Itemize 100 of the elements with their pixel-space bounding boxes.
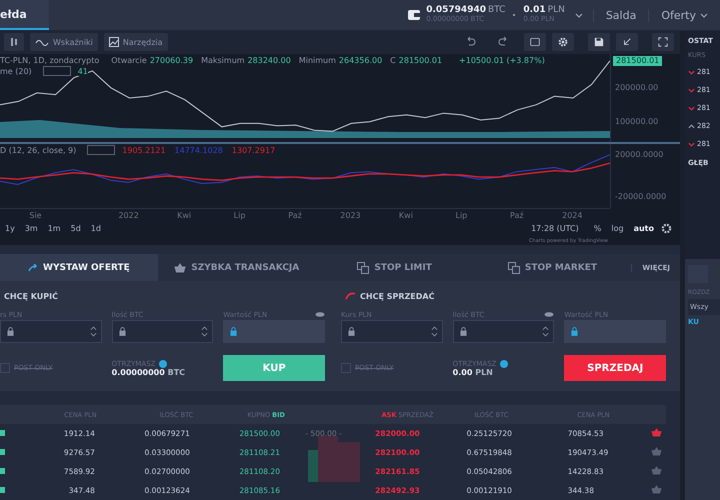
ohlc-label: Minimum	[298, 56, 336, 65]
offers-menu[interactable]: Oferty	[648, 8, 720, 22]
lock-icon	[460, 327, 467, 336]
axis-tick-label: 200000.00	[615, 82, 658, 93]
currency-label: BTC	[488, 6, 506, 16]
axis-tick-label: 2024	[562, 210, 582, 220]
axis-tick-label: 2023	[340, 210, 361, 220]
currency-label: BTC	[168, 368, 186, 376]
macd-value: 14774.1028	[174, 146, 223, 155]
axis-tick-label: 20000.0000	[615, 150, 664, 160]
stepper-icon[interactable]	[90, 325, 97, 338]
stepper-icon[interactable]	[201, 325, 208, 338]
ohlc-label: Maksimum	[201, 56, 245, 65]
info-icon[interactable]	[159, 360, 168, 368]
caret-icon	[700, 12, 708, 18]
basket-icon[interactable]	[651, 447, 662, 456]
form-title: CHCĘ KUPIĆ	[4, 292, 58, 300]
balances-menu[interactable]: Salda	[592, 8, 648, 22]
scale-button[interactable]: auto	[630, 224, 657, 234]
range-button[interactable]: 1d	[88, 224, 104, 234]
balance-amount: 0.05794940	[426, 6, 486, 16]
load-button[interactable]	[616, 33, 638, 52]
input-field[interactable]	[0, 320, 102, 343]
range-button[interactable]: 1y	[2, 224, 18, 234]
basket-icon[interactable]	[651, 466, 662, 475]
settings-button[interactable]	[552, 33, 574, 52]
volume-legend: me (20)	[0, 66, 32, 76]
tools-button[interactable]: Narzędzia	[104, 33, 168, 52]
fullscreen-icon	[658, 36, 668, 48]
info-icon[interactable]	[500, 360, 508, 368]
submit-button[interactable]: SPRZEDAJ	[564, 355, 666, 381]
scale-button[interactable]: %	[590, 224, 604, 234]
symbol-label: TC-PLN, 1D, zondacrypto	[0, 56, 100, 65]
wallet-icon	[408, 10, 420, 20]
axis-tick-label: Kwi	[177, 210, 192, 220]
ohlc-label: C	[390, 56, 396, 65]
range-button[interactable]: 1m	[44, 224, 64, 234]
squares-icon	[357, 262, 370, 274]
nav-tab[interactable]: ełda	[0, 0, 49, 30]
trade-tab[interactable]: WYSTAW OFERTĘ	[0, 254, 158, 281]
wave-icon	[35, 38, 49, 46]
save-button[interactable]	[588, 33, 610, 52]
lock-icon	[7, 327, 14, 336]
form-title: CHCĘ SPRZEDAĆ	[360, 292, 434, 300]
fullscreen-button[interactable]	[652, 33, 674, 52]
input-field[interactable]	[223, 320, 326, 343]
currency-label: PLN	[548, 6, 565, 16]
settings-icon	[558, 36, 568, 48]
lock-icon	[118, 327, 126, 336]
axis-tick-label: Sie	[29, 210, 42, 220]
axis-tick-label: Paź	[288, 210, 302, 220]
macd-value: 1905.2121	[122, 146, 166, 155]
macd-legend: D (12, 26, close, 9)	[0, 146, 76, 155]
range-button[interactable]: 5d	[68, 224, 84, 234]
axis-tick-label: -20000.0000	[615, 192, 666, 202]
price-change: +10500.01 (+3.87%)	[459, 56, 545, 65]
indicators-button[interactable]: Wskaźniki	[30, 33, 98, 52]
input-field[interactable]	[341, 320, 443, 343]
range-button[interactable]: 3m	[22, 224, 41, 234]
axis-tick-label: Lip	[234, 210, 246, 220]
ohlc-label: Otwarcie	[111, 56, 147, 65]
squares-icon	[508, 262, 520, 274]
ohlc-value: 264356.00	[338, 56, 382, 65]
macd-value: 1307.2917	[232, 146, 276, 155]
caret-icon[interactable]	[574, 12, 583, 18]
ohlc-value: 283240.00	[248, 56, 291, 65]
settings-icon[interactable]	[661, 223, 672, 234]
sell-icon	[345, 292, 356, 300]
balance-amount: 0.01	[523, 6, 546, 16]
axis-tick-label: Kwi	[398, 210, 413, 220]
axis-tick-label: 2022	[118, 210, 139, 220]
currency-label: PLN	[475, 368, 493, 376]
ohlc-value: 270060.39	[150, 56, 194, 65]
receive-value: 0.00	[452, 368, 472, 376]
scale-button[interactable]: log	[608, 224, 627, 234]
volume-value: 41	[78, 66, 88, 76]
layout-button[interactable]	[524, 33, 546, 52]
trade-tab[interactable]: STOP LIMIT	[316, 254, 474, 281]
chart-type-button[interactable]	[4, 33, 24, 52]
trade-tab[interactable]: STOP MARKET	[474, 254, 632, 281]
chart-icon	[108, 37, 119, 48]
trade-tab[interactable]: SZYBKA TRANSAKCJA	[158, 254, 316, 281]
input-field[interactable]	[112, 320, 214, 343]
axis-tick-label: Paź	[510, 210, 524, 220]
save-icon	[594, 36, 604, 48]
axis-tick-label: Lip	[456, 210, 468, 220]
receive-value: 0.00000000	[112, 368, 165, 376]
basket-icon[interactable]	[651, 428, 662, 437]
basket-icon	[174, 262, 186, 272]
price-tag: 281500.01	[613, 56, 662, 66]
axis-tick-label: 100000.00	[615, 116, 658, 127]
lock-icon	[230, 327, 238, 336]
time-label: 17:28 (UTC)	[531, 224, 579, 234]
arrow-icon	[28, 264, 38, 272]
stepper-icon[interactable]	[542, 325, 550, 338]
input-field[interactable]	[564, 320, 666, 343]
ohlc-value: 281500.01	[398, 56, 442, 65]
basket-icon[interactable]	[651, 485, 662, 494]
stepper-icon[interactable]	[430, 325, 438, 338]
input-field[interactable]	[452, 320, 554, 343]
